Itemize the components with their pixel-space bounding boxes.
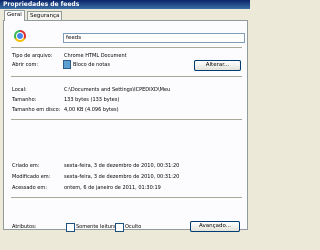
tab-geral[interactable]: Geral: [4, 10, 25, 21]
hidden-label: Oculto: [125, 224, 142, 230]
divider: [11, 47, 242, 48]
title-bar[interactable]: Propriedades de feeds: [0, 0, 250, 9]
created-value: sexta-feira, 3 de dezembro de 2010, 00:3…: [64, 163, 180, 169]
size-label: Tamanho:: [12, 97, 37, 103]
window-title: Propriedades de feeds: [3, 1, 80, 8]
accessed-label: Acessado em:: [12, 185, 47, 191]
modified-label: Modificado em:: [12, 174, 51, 180]
attributes-label: Atributos:: [12, 224, 37, 230]
divider: [11, 76, 242, 77]
opens-with-value: Bloco de notas: [73, 62, 110, 68]
location-value: C:\Documents and Settings\ICPEDIXD\Meu: [64, 87, 171, 93]
general-panel: feeds Tipo de arquivo: Chrome HTML Docum…: [3, 20, 248, 232]
accessed-value: ontem, 6 de janeiro de 2011, 01:30:19: [64, 185, 161, 191]
hidden-checkbox[interactable]: [115, 223, 124, 232]
chrome-document-icon: [14, 30, 26, 42]
filename-input[interactable]: feeds: [63, 33, 245, 43]
opens-with-label: Abrir com:: [12, 62, 39, 68]
size-on-disk-label: Tamanho em disco:: [12, 107, 61, 113]
divider: [11, 197, 242, 198]
file-type-label: Tipo de arquivo:: [12, 53, 53, 59]
modified-value: sexta-feira, 3 de dezembro de 2010, 00:3…: [64, 174, 180, 180]
advanced-button[interactable]: Avançado...: [190, 221, 240, 232]
created-label: Criado em:: [12, 163, 40, 169]
size-on-disk-value: 4,00 KB (4.096 bytes): [64, 107, 119, 113]
file-type-value: Chrome HTML Document: [64, 53, 127, 59]
notepad-icon: [63, 60, 71, 69]
size-value: 133 bytes (133 bytes): [64, 97, 120, 103]
divider: [11, 119, 242, 120]
change-button[interactable]: Alterar...: [194, 60, 241, 71]
readonly-label: Somente leitura: [76, 224, 117, 230]
readonly-checkbox[interactable]: [66, 223, 75, 232]
location-label: Local:: [12, 87, 27, 93]
